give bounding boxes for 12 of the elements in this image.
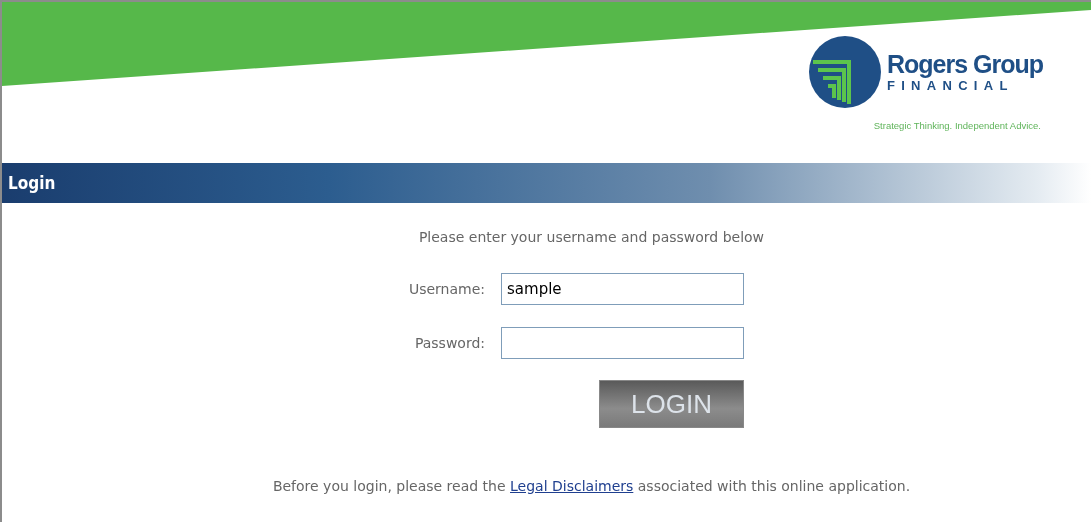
section-title: Login	[8, 173, 56, 193]
username-field[interactable]: sample	[501, 273, 745, 305]
field-label: Password:	[413, 335, 486, 351]
disclaimer-text: Before you login, please read the Legal Disclaimers associated with this online application.	[272, 478, 911, 494]
instructions-text: Please enter your username and password below	[418, 229, 765, 245]
legal-disclaimers-link[interactable]: Legal Disclaimers	[510, 478, 634, 494]
logo-icon	[808, 36, 881, 108]
brand-name: Rogers Group	[886, 50, 1043, 78]
field-label: Username:	[408, 281, 486, 297]
password-field[interactable]	[501, 327, 745, 359]
brand-tagline: Strategic Thinking. Independent Advice.	[873, 120, 1041, 131]
brand-subtitle: FINANCIAL	[886, 78, 1015, 94]
